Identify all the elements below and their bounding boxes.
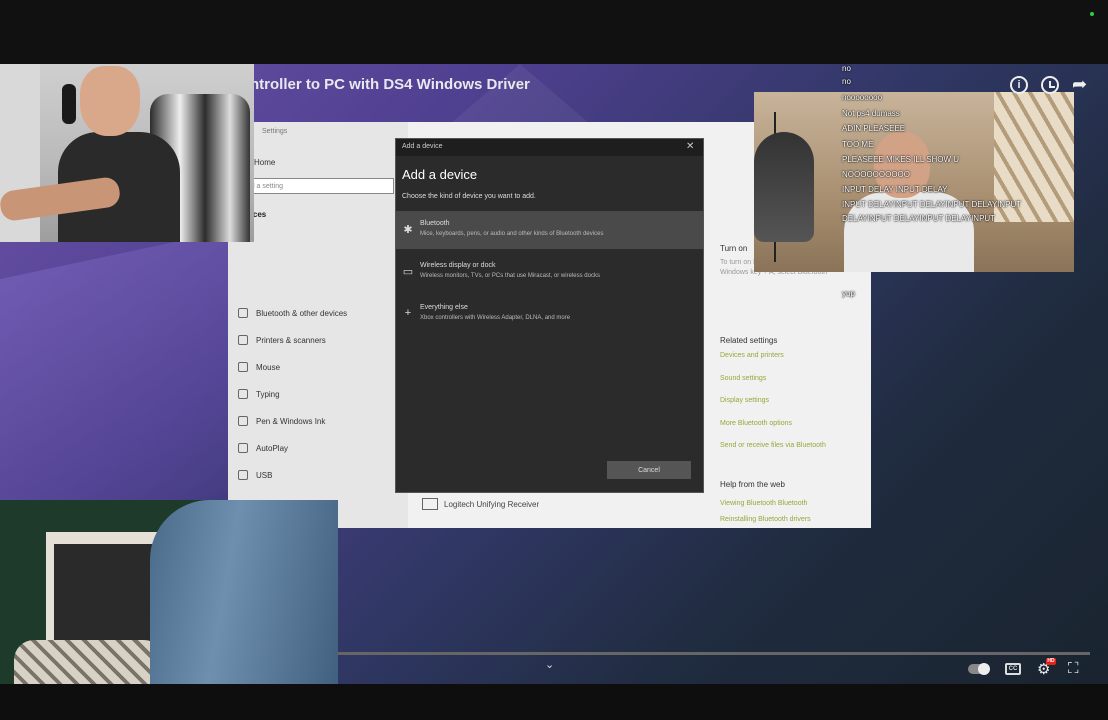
option-title: Everything else (420, 304, 468, 311)
chat-text: NOOOOOOOOOO (842, 170, 911, 179)
nav-item-printers[interactable]: Printers & scanners (238, 335, 326, 345)
live-status-dot (1090, 12, 1094, 16)
chat-text: TOO ME (842, 140, 874, 149)
settings-home-link[interactable]: Home (254, 158, 275, 167)
option-description: Wireless monitors, TVs, or PCs that use … (420, 273, 600, 279)
chat-text: ADIN PLEASEEE (842, 124, 906, 133)
chevron-down-icon[interactable]: ⌄ (545, 658, 554, 671)
related-link-display[interactable]: Display settings (720, 397, 769, 404)
receiver-icon (422, 498, 438, 510)
nav-item-label: Mouse (256, 362, 281, 372)
keyboard-icon (238, 389, 248, 399)
webcam-streamer (0, 64, 254, 242)
help-link-2[interactable]: Reinstalling Bluetooth drivers (720, 516, 811, 523)
chat-text: INPUT DELAYINPUT DELAYINPUT DELAYINPUT (842, 200, 1022, 209)
nav-item-label: Printers & scanners (256, 335, 326, 345)
settings-nav-pane: Settings Home Find a setting Devices Blu… (228, 122, 408, 528)
nav-item-label: AutoPlay (256, 443, 289, 453)
help-link-1[interactable]: Viewing Bluetooth Bluetooth (720, 500, 807, 507)
chat-message: INPUT DELAYINPUT DELAYINPUT DELAYINPUT (836, 200, 1021, 209)
desk-lamp (754, 132, 814, 242)
turn-on-heading: Turn on (720, 244, 748, 253)
nav-item-label: USB (256, 470, 273, 480)
chat-message: INPUT DELAY INPUT DELAY (836, 185, 948, 194)
chat-text: yup (842, 289, 855, 298)
captions-button[interactable]: CC (1005, 663, 1021, 675)
watch-later-icon[interactable] (1041, 76, 1059, 94)
option-wireless-display[interactable]: ▭ Wireless display or dock Wireless moni… (396, 253, 703, 291)
chat-message: yup (836, 289, 855, 298)
option-title: Bluetooth (420, 220, 450, 227)
chat-message: Not ps4 dumass (836, 109, 900, 118)
related-link-send-files[interactable]: Send or receive files via Bluetooth (720, 442, 826, 449)
chat-message: NOOOOOOOOOO (836, 170, 910, 179)
chat-message: ADIN PLEASEEE (836, 124, 905, 133)
chat-message: noooooooo (836, 93, 882, 102)
chat-text: Not ps4 dumass (842, 109, 900, 118)
chat-text: noooooooo (842, 93, 883, 102)
option-bluetooth[interactable]: ✱ Bluetooth Mice, keyboards, pens, or au… (396, 211, 703, 249)
nav-item-typing[interactable]: Typing (238, 389, 280, 399)
fullscreen-icon[interactable]: ⛶ (1068, 660, 1079, 677)
autoplay-toggle[interactable] (968, 663, 990, 675)
option-description: Mice, keyboards, pens, or audio and othe… (420, 231, 604, 237)
dialog-subtitle: Choose the kind of device you want to ad… (402, 193, 536, 200)
add-device-dialog: Add a device ✕ Add a device Choose the k… (395, 138, 704, 493)
option-everything-else[interactable]: + Everything else Xbox controllers with … (396, 295, 703, 333)
close-icon[interactable]: ✕ (686, 141, 694, 152)
nav-item-label: Pen & Windows Ink (256, 416, 326, 426)
dialog-titlebar: Add a device ✕ (396, 139, 703, 156)
chat-message: DELAYINPUT DELAYINPUT DELAYINPUT (836, 214, 995, 223)
chat-overlay: no no noooooooo Not ps4 dumass ADIN PLEA… (836, 64, 1096, 304)
person-head (80, 66, 140, 136)
chat-text: no (842, 64, 851, 73)
device-name: Logitech Unifying Receiver (444, 499, 540, 509)
help-heading: Help from the web (720, 480, 785, 489)
chat-message: no (836, 77, 851, 86)
option-title: Wireless display or dock (420, 262, 496, 269)
related-link-sound[interactable]: Sound settings (720, 375, 766, 382)
dialog-heading: Add a device (402, 167, 478, 182)
info-icon[interactable]: i (1010, 76, 1028, 94)
device-list-item[interactable]: Logitech Unifying Receiver (422, 498, 539, 510)
printer-icon (238, 335, 248, 345)
bluetooth-icon: ✱ (403, 224, 413, 236)
dialog-titlebar-text: Add a device (402, 143, 443, 150)
related-settings-heading: Related settings (720, 336, 778, 345)
chat-text: no (842, 77, 851, 86)
video-title[interactable]: ntroller to PC with DS4 Windows Driver (250, 76, 530, 93)
top-bar (0, 0, 1108, 64)
chat-text: DELAYINPUT DELAYINPUT DELAYINPUT (842, 214, 996, 223)
nav-item-pen[interactable]: Pen & Windows Ink (238, 416, 325, 426)
plus-icon: + (404, 307, 412, 319)
chat-message: PLEASEEE MIKES ILL SHOW U (836, 155, 959, 164)
hd-badge: HD (1046, 658, 1056, 665)
usb-icon (238, 470, 248, 480)
chat-text: PLEASEEE MIKES ILL SHOW U (842, 155, 960, 164)
headphones (62, 84, 76, 124)
nav-item-mouse[interactable]: Mouse (238, 362, 280, 372)
settings-title: Settings (262, 128, 288, 135)
share-icon[interactable]: ➦ (1072, 74, 1087, 95)
cancel-button[interactable]: Cancel (607, 461, 691, 479)
settings-search-input[interactable]: Find a setting (236, 178, 394, 194)
nav-item-autoplay[interactable]: AutoPlay (238, 443, 288, 453)
chat-text: INPUT DELAY INPUT DELAY (842, 185, 948, 194)
option-description: Xbox controllers with Wireless Adapter, … (420, 315, 571, 321)
monitor-icon: ▭ (402, 266, 414, 278)
related-link-devices-printers[interactable]: Devices and printers (720, 352, 784, 359)
pen-icon (238, 416, 248, 426)
progress-bar[interactable] (338, 652, 1090, 655)
chat-message: TOO ME (836, 140, 873, 149)
mouse-icon (238, 362, 248, 372)
chat-message: no (836, 64, 851, 73)
related-link-bluetooth-options[interactable]: More Bluetooth options (720, 420, 792, 427)
nav-item-usb[interactable]: USB (238, 470, 272, 480)
nav-item-bluetooth[interactable]: Bluetooth & other devices (238, 308, 347, 318)
nav-item-label: Bluetooth & other devices (256, 308, 348, 318)
nav-item-label: Typing (256, 389, 280, 399)
player-bottom-bar (0, 684, 1108, 720)
bluetooth-icon (238, 308, 248, 318)
autoplay-icon (238, 443, 248, 453)
